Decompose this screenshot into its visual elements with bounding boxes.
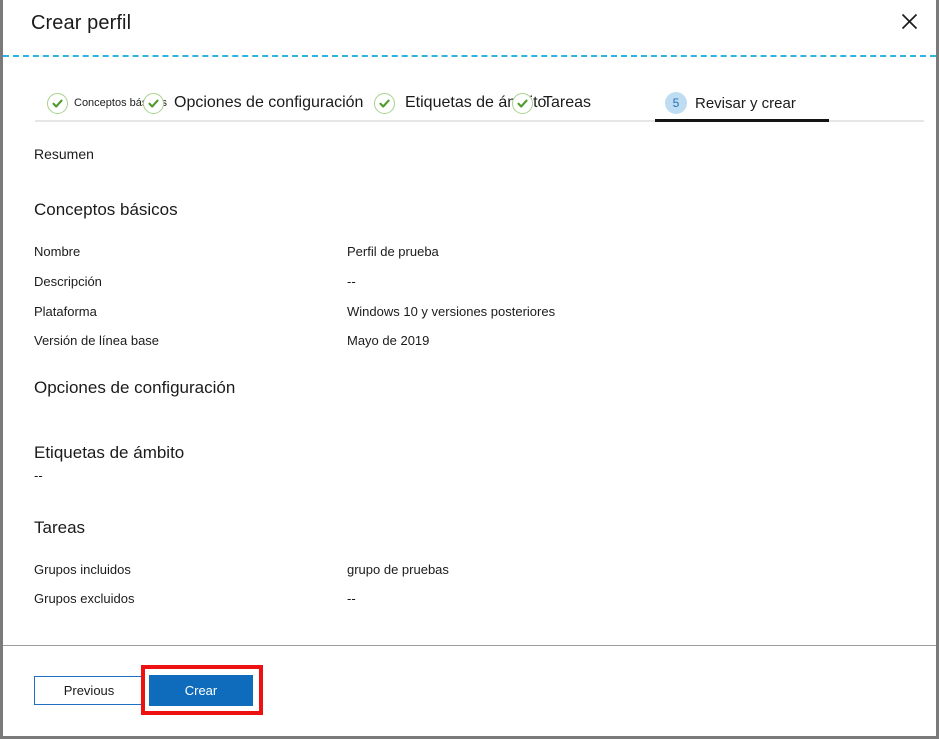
step-number-badge: 5 xyxy=(665,92,687,114)
tab-label-revisar-y-crear: Revisar y crear xyxy=(695,94,796,112)
field-label-nombre: Nombre xyxy=(34,244,81,259)
footer-divider xyxy=(3,645,936,646)
tab-tareas[interactable]: Tareas xyxy=(512,86,591,120)
create-button[interactable]: Crear xyxy=(149,675,253,706)
field-label-descripcion: Descripción xyxy=(34,274,102,289)
field-value-plataforma: Windows 10 y versiones posteriores xyxy=(347,304,556,319)
page-title: Crear perfil xyxy=(31,12,132,34)
section-heading-tareas: Tareas xyxy=(34,518,86,537)
summary-heading: Resumen xyxy=(34,146,94,162)
field-label-version-de-linea-base: Versión de línea base xyxy=(34,333,160,348)
field-label-grupos-incluidos: Grupos incluidos xyxy=(34,562,131,577)
field-label-grupos-excluidos: Grupos excluidos xyxy=(34,591,135,606)
section-value-etiquetas-de-ambito: -- xyxy=(34,468,43,483)
header-dashed-rule xyxy=(3,55,936,57)
field-value-version-de-linea-base: Mayo de 2019 xyxy=(347,333,430,348)
check-circle-icon xyxy=(512,92,533,114)
check-circle-icon xyxy=(143,92,164,114)
field-value-nombre: Perfil de prueba xyxy=(347,244,439,259)
tab-revisar-y-crear[interactable]: 5 Revisar y crear xyxy=(665,86,796,120)
wizard-tabstrip: Conceptos básicos Opciones de configurac… xyxy=(3,86,936,126)
check-circle-icon xyxy=(47,92,68,114)
previous-button[interactable]: Previous xyxy=(34,676,144,705)
section-heading-etiquetas-de-ambito: Etiquetas de ámbito xyxy=(34,443,185,462)
tab-opciones-de-configuracion[interactable]: Opciones de configuración xyxy=(143,86,363,120)
check-circle-icon xyxy=(374,92,395,114)
close-icon xyxy=(900,12,919,31)
tab-label-tareas: Tareas xyxy=(543,94,592,111)
field-value-descripcion: -- xyxy=(347,274,356,289)
field-value-grupos-incluidos: grupo de pruebas xyxy=(347,562,449,577)
section-heading-conceptos-basicos: Conceptos básicos xyxy=(34,200,178,219)
dialog-header: Crear perfil xyxy=(3,0,936,52)
close-button[interactable] xyxy=(892,4,926,38)
active-tab-underline xyxy=(655,119,829,122)
tab-label-opciones-de-configuracion: Opciones de configuración xyxy=(174,94,364,111)
create-profile-dialog: Crear perfil Conceptos básicos Opciones … xyxy=(0,0,939,739)
field-value-grupos-excluidos: -- xyxy=(347,591,356,606)
field-label-plataforma: Plataforma xyxy=(34,304,97,319)
section-heading-opciones-de-configuracion: Opciones de configuración xyxy=(34,378,236,397)
